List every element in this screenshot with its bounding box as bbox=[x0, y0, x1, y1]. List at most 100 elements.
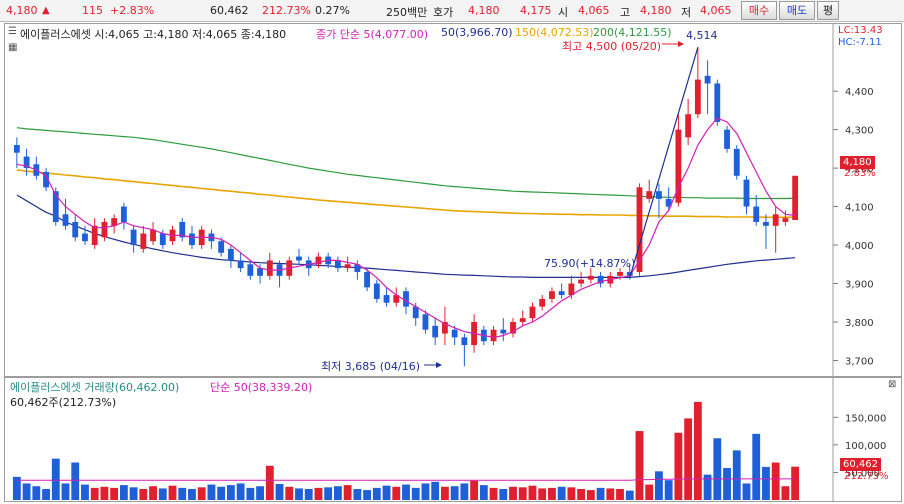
candle-body bbox=[451, 329, 458, 338]
volume-bar bbox=[363, 490, 372, 500]
candle-body bbox=[130, 229, 137, 246]
candle-body bbox=[714, 83, 721, 122]
volume-bar bbox=[42, 488, 50, 500]
legend-ma50: 50(3,966.70) bbox=[441, 26, 513, 39]
volume-bar bbox=[548, 487, 556, 500]
panel-menu-icon[interactable]: ☰ bbox=[8, 26, 17, 37]
volume-bar bbox=[732, 450, 741, 500]
volume-bar bbox=[119, 485, 128, 500]
volume-bar bbox=[81, 484, 89, 500]
candle-body bbox=[724, 129, 730, 149]
volume-bar bbox=[645, 484, 654, 500]
volume-bar bbox=[129, 487, 138, 500]
candle-body bbox=[334, 260, 341, 269]
last-price-pct: 2.83% bbox=[844, 168, 876, 179]
candle-body bbox=[704, 75, 711, 84]
candle-body bbox=[549, 291, 555, 299]
candle-body bbox=[733, 148, 740, 176]
candle-body bbox=[763, 221, 769, 226]
candle-body bbox=[519, 318, 526, 322]
volume-bar bbox=[333, 486, 342, 500]
candle-body bbox=[257, 268, 263, 276]
volume-bar bbox=[771, 462, 780, 500]
volume-bar bbox=[635, 431, 644, 500]
volume-bar bbox=[791, 466, 800, 500]
panel-close-icon[interactable]: ⊠ bbox=[888, 379, 896, 390]
candle-body bbox=[120, 206, 127, 222]
volume-bar bbox=[421, 483, 430, 500]
volume-bar bbox=[528, 485, 537, 500]
price-tick-label: 3,700 bbox=[845, 356, 874, 367]
candle-body bbox=[558, 291, 565, 296]
volume-bar bbox=[90, 487, 99, 500]
volume-last-label: 60,462주(212.73%) bbox=[10, 396, 117, 409]
candle-body bbox=[91, 225, 98, 246]
volume-bar bbox=[314, 487, 323, 500]
high-marker-arrowhead bbox=[678, 41, 684, 47]
volume-bar bbox=[781, 486, 790, 500]
candle-body bbox=[218, 241, 225, 253]
candle-body bbox=[578, 279, 585, 284]
volume-bar bbox=[586, 490, 595, 500]
volume-bar bbox=[450, 486, 459, 500]
volume-bar bbox=[713, 438, 722, 500]
candle-body bbox=[422, 314, 429, 330]
candle-body bbox=[344, 264, 351, 269]
peak-label: 4,514 bbox=[686, 29, 718, 42]
legend-ma5: 종가 단순 5(4,077.00) bbox=[316, 28, 429, 41]
price-tick-label: 3,800 bbox=[845, 318, 874, 329]
volume-bar bbox=[110, 487, 119, 500]
volume-bar bbox=[265, 465, 274, 500]
price-tick-label: 4,100 bbox=[845, 203, 874, 214]
candle-body bbox=[373, 283, 380, 299]
candle-body bbox=[529, 306, 536, 319]
volume-bar bbox=[684, 418, 693, 500]
volume-bar bbox=[275, 484, 284, 500]
volume-bar bbox=[518, 487, 527, 500]
candle-body bbox=[383, 295, 390, 303]
volume-bar bbox=[226, 485, 235, 500]
volume-bar bbox=[742, 483, 751, 500]
volume-bar bbox=[100, 486, 109, 500]
price-tick-label: 4,000 bbox=[845, 241, 874, 252]
volume-bar bbox=[460, 483, 469, 500]
candle-body bbox=[227, 248, 234, 261]
volume-bar bbox=[674, 432, 683, 500]
candle-body bbox=[539, 298, 546, 307]
grid-icon[interactable]: ▦ bbox=[8, 42, 17, 53]
volume-bar bbox=[197, 487, 206, 500]
volume-bar bbox=[616, 488, 624, 500]
volume-bar bbox=[324, 487, 333, 500]
volume-bar bbox=[538, 488, 547, 500]
candle-body bbox=[753, 206, 760, 222]
volume-bar bbox=[372, 487, 381, 500]
volume-bar bbox=[22, 483, 31, 500]
candle-body bbox=[617, 271, 623, 276]
candle-body bbox=[743, 179, 750, 207]
volume-bar bbox=[207, 484, 216, 500]
volume-bar bbox=[606, 488, 615, 500]
candle-body bbox=[247, 264, 254, 276]
volume-bar bbox=[596, 487, 605, 500]
candle-body bbox=[72, 221, 79, 238]
candle-body bbox=[490, 329, 497, 342]
volume-bar bbox=[188, 488, 196, 500]
volume-bar bbox=[479, 485, 488, 500]
volume-bar bbox=[499, 488, 508, 500]
candle-body bbox=[694, 79, 701, 115]
volume-bar bbox=[32, 486, 41, 500]
candle-body bbox=[140, 233, 147, 249]
candle-body bbox=[772, 214, 779, 226]
volume-bar bbox=[664, 480, 673, 500]
high-marker-label: 최고 4,500 (05/20) bbox=[562, 40, 662, 53]
candle-body bbox=[82, 233, 88, 242]
last-volume-pct: 212.73% bbox=[844, 471, 889, 482]
price-tick-label: 4,400 bbox=[845, 87, 874, 98]
lc-value: LC:13.43 bbox=[838, 25, 883, 36]
candle-body bbox=[636, 187, 643, 272]
candle-body bbox=[646, 191, 653, 199]
candle-body bbox=[62, 214, 69, 226]
low-marker-label: 최저 3,685 (04/16) bbox=[321, 360, 421, 373]
volume-bar bbox=[752, 433, 761, 500]
volume-bar bbox=[353, 488, 362, 500]
